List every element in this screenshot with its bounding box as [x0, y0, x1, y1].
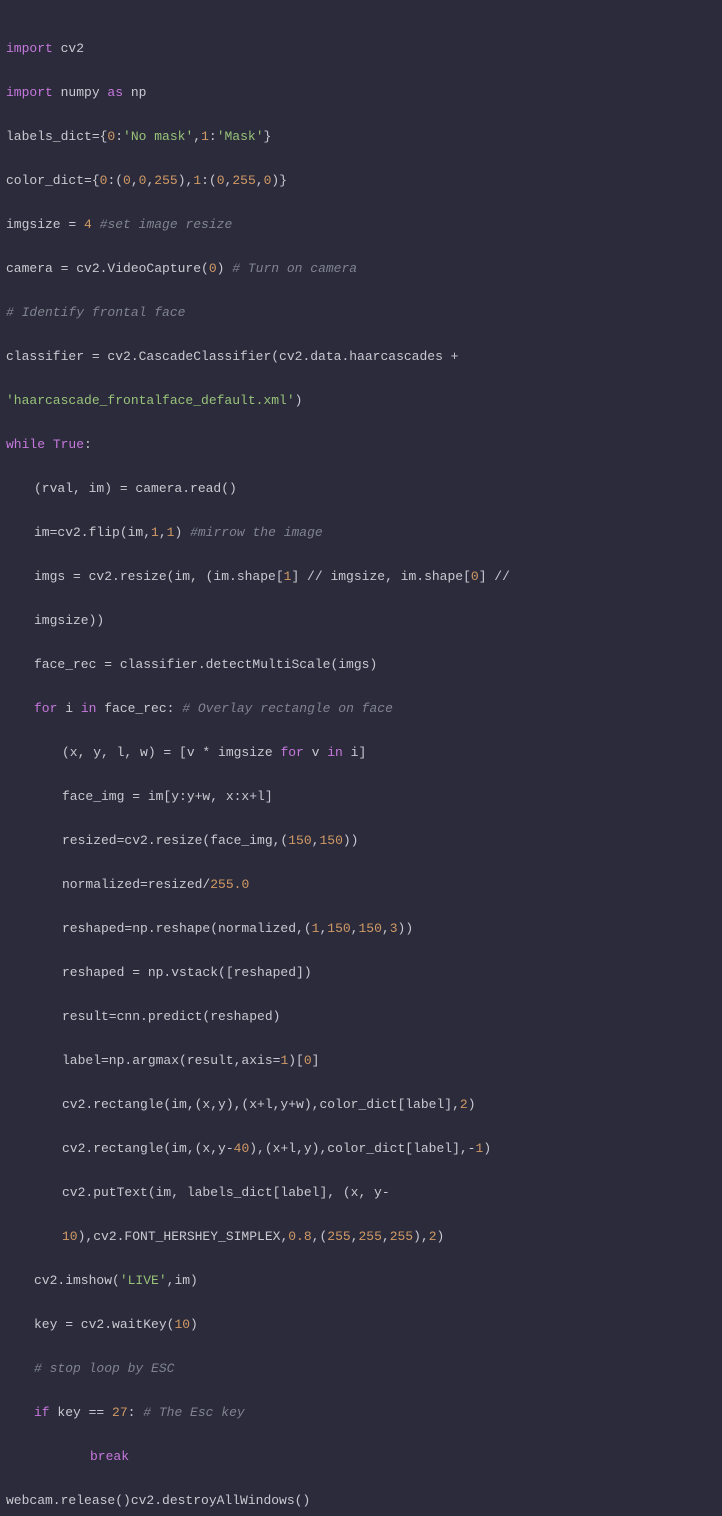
code-line: color_dict={0:(0,0,255),1:(0,255,0)}	[6, 170, 716, 192]
code-line: (rval, im) = camera.read()	[6, 478, 716, 500]
code-line: normalized=resized/255.0	[6, 874, 716, 896]
code-line: webcam.release()cv2.destroyAllWindows()	[6, 1490, 716, 1512]
code-line: 'haarcascade_frontalface_default.xml')	[6, 390, 716, 412]
code-line: break	[6, 1446, 716, 1468]
code-line: # Identify frontal face	[6, 302, 716, 324]
code-line: label=np.argmax(result,axis=1)[0]	[6, 1050, 716, 1072]
code-line: classifier = cv2.CascadeClassifier(cv2.d…	[6, 346, 716, 368]
code-line: cv2.rectangle(im,(x,y),(x+l,y+w),color_d…	[6, 1094, 716, 1116]
code-line: im=cv2.flip(im,1,1) #mirrow the image	[6, 522, 716, 544]
code-line: labels_dict={0:'No mask',1:'Mask'}	[6, 126, 716, 148]
code-line: resized=cv2.resize(face_img,(150,150))	[6, 830, 716, 852]
code-line: for i in face_rec: # Overlay rectangle o…	[6, 698, 716, 720]
code-line: import cv2	[6, 38, 716, 60]
code-block: import cv2 import numpy as np labels_dic…	[0, 0, 722, 1516]
code-line: camera = cv2.VideoCapture(0) # Turn on c…	[6, 258, 716, 280]
code-line: imgs = cv2.resize(im, (im.shape[1] // im…	[6, 566, 716, 588]
code-line: 10),cv2.FONT_HERSHEY_SIMPLEX,0.8,(255,25…	[6, 1226, 716, 1248]
code-line: face_img = im[y:y+w, x:x+l]	[6, 786, 716, 808]
code-line: imgsize))	[6, 610, 716, 632]
code-line: cv2.imshow('LIVE',im)	[6, 1270, 716, 1292]
code-line: (x, y, l, w) = [v * imgsize for v in i]	[6, 742, 716, 764]
code-line: reshaped = np.vstack([reshaped])	[6, 962, 716, 984]
code-line: imgsize = 4 #set image resize	[6, 214, 716, 236]
code-line: # stop loop by ESC	[6, 1358, 716, 1380]
code-line: import numpy as np	[6, 82, 716, 104]
code-line: result=cnn.predict(reshaped)	[6, 1006, 716, 1028]
code-line: if key == 27: # The Esc key	[6, 1402, 716, 1424]
code-line: face_rec = classifier.detectMultiScale(i…	[6, 654, 716, 676]
code-line: cv2.putText(im, labels_dict[label], (x, …	[6, 1182, 716, 1204]
code-line: while True:	[6, 434, 716, 456]
code-line: reshaped=np.reshape(normalized,(1,150,15…	[6, 918, 716, 940]
code-line: key = cv2.waitKey(10)	[6, 1314, 716, 1336]
code-line: cv2.rectangle(im,(x,y-40),(x+l,y),color_…	[6, 1138, 716, 1160]
